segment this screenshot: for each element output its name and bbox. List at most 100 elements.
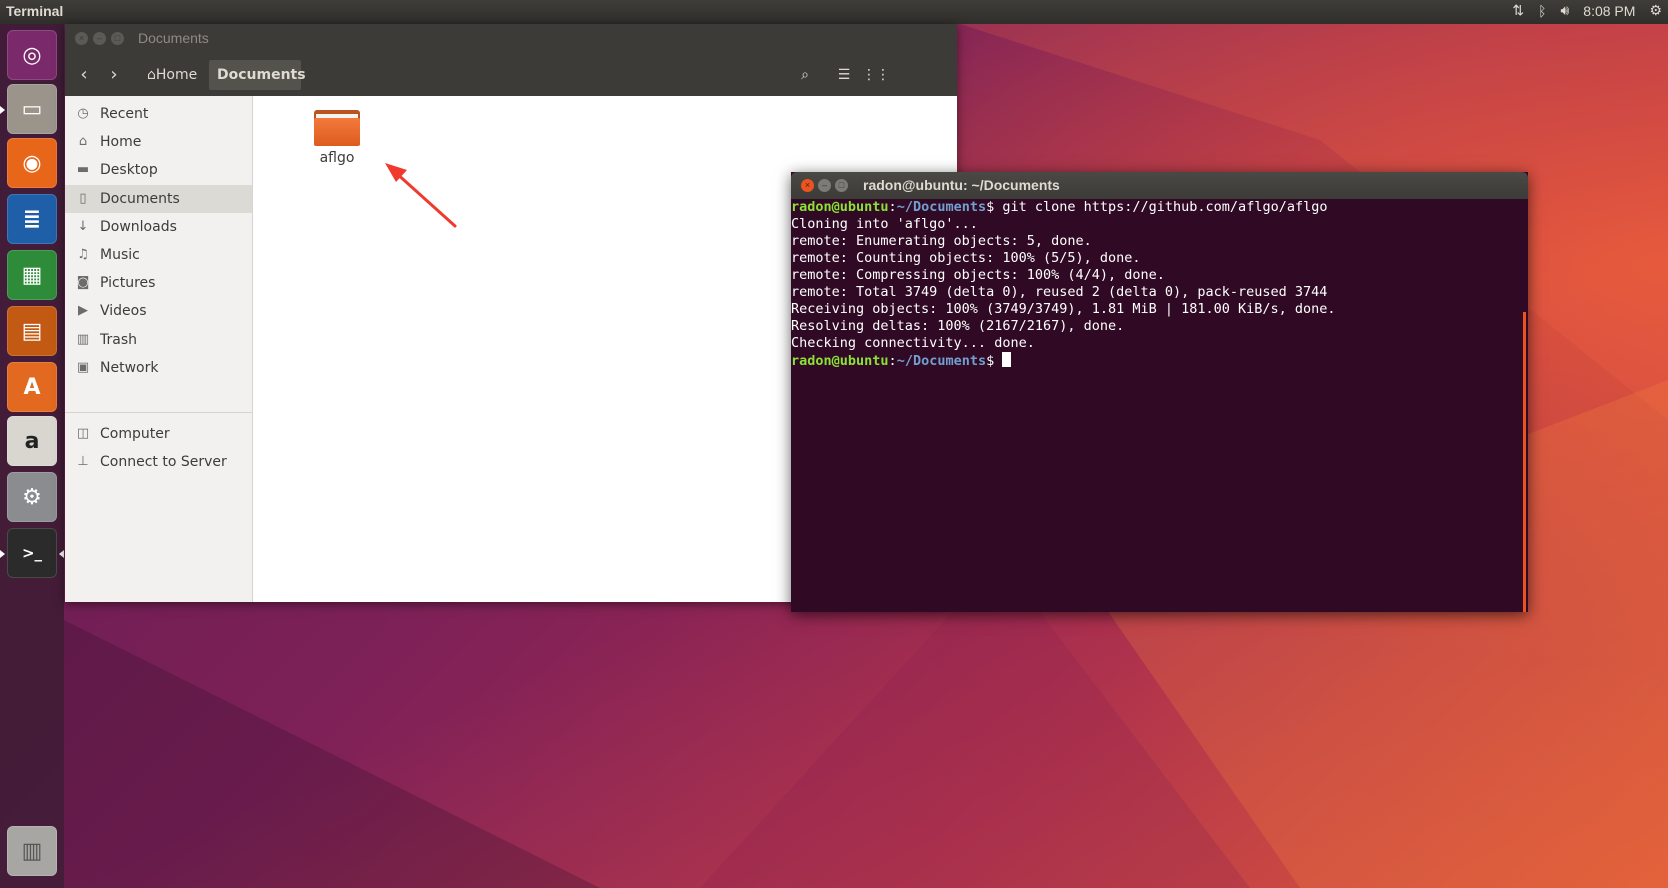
close-icon[interactable]: × bbox=[801, 179, 814, 192]
trash-bin-icon: ▥ bbox=[76, 331, 90, 347]
sidebar-item-home[interactable]: ⌂ Home bbox=[65, 128, 252, 156]
terminal-glyph: >_ bbox=[21, 544, 43, 562]
folder-label[interactable]: aflgo bbox=[302, 150, 372, 166]
sidebar-item-downloads[interactable]: ↓ Downloads bbox=[65, 213, 252, 241]
terminal-titlebar: × – □ radon@ubuntu: ~/Documents bbox=[791, 172, 1528, 199]
software-center-icon[interactable]: A bbox=[7, 362, 57, 412]
trash-icon[interactable]: ▥ bbox=[7, 826, 57, 876]
software-center-glyph: A bbox=[23, 374, 41, 400]
terminal-icon[interactable]: >_ bbox=[7, 528, 57, 578]
amazon-glyph: a bbox=[24, 428, 40, 454]
sidebar-item-recent[interactable]: ◷ Recent bbox=[65, 100, 252, 128]
clock-icon: ◷ bbox=[77, 106, 89, 121]
text-cursor bbox=[1002, 352, 1012, 367]
impress-icon[interactable]: ▤ bbox=[7, 306, 57, 356]
maximize-icon[interactable]: □ bbox=[835, 179, 848, 192]
sidebar-item-documents[interactable]: ▯ Documents bbox=[65, 184, 252, 213]
minimize-icon[interactable]: – bbox=[93, 32, 106, 45]
sidebar-divider bbox=[65, 412, 252, 413]
files-glyph: ▭ bbox=[21, 96, 43, 122]
desktop-folder-icon: ▬ bbox=[76, 162, 90, 178]
files-icon[interactable]: ▭ bbox=[7, 84, 57, 134]
home-icon: ⌂ bbox=[147, 67, 156, 83]
grid-view-button[interactable]: ⋮⋮ bbox=[861, 60, 891, 90]
prompt-path: ~/Documents bbox=[896, 353, 987, 369]
sidebar-item-network[interactable]: ▣ Network bbox=[65, 354, 252, 382]
firefox-icon[interactable]: ◉ bbox=[7, 138, 57, 188]
list-view-button[interactable]: ☰ bbox=[829, 60, 859, 90]
terminal-scrollbar[interactable] bbox=[1523, 312, 1526, 612]
power-gear-icon[interactable]: ⚙ bbox=[1649, 2, 1662, 19]
output-line: Cloning into 'aflgo'... bbox=[791, 216, 978, 232]
close-icon[interactable]: × bbox=[75, 32, 88, 45]
sidebar-item-music[interactable]: ♫ Music bbox=[65, 241, 252, 269]
back-button[interactable]: ‹ bbox=[70, 60, 98, 90]
server-icon: ⊥ bbox=[77, 454, 89, 470]
network-arrows-icon[interactable]: ⇅ bbox=[1512, 2, 1524, 19]
window-title: Documents bbox=[138, 30, 209, 46]
sidebar-item-connect-to-server[interactable]: ⊥ Connect to Server bbox=[65, 448, 252, 476]
computer-icon: ◫ bbox=[76, 426, 90, 441]
calc-icon[interactable]: ▦ bbox=[7, 250, 57, 300]
volume-icon[interactable]: 🔊︎ bbox=[1560, 2, 1569, 19]
output-line: Receiving objects: 100% (3749/3749), 1.8… bbox=[791, 301, 1336, 317]
sidebar-item-label: Network bbox=[100, 359, 159, 376]
output-line: remote: Total 3749 (delta 0), reused 2 (… bbox=[791, 284, 1328, 300]
output-line: remote: Enumerating objects: 5, done. bbox=[791, 233, 1092, 249]
home-icon: ⌂ bbox=[78, 134, 88, 150]
output-line: remote: Compressing objects: 100% (4/4),… bbox=[791, 267, 1165, 283]
breadcrumb-current[interactable]: Documents bbox=[209, 60, 306, 90]
calc-glyph: ▦ bbox=[21, 262, 43, 288]
running-indicator bbox=[0, 106, 5, 114]
bluetooth-icon[interactable]: ᛒ bbox=[1538, 3, 1546, 19]
maximize-icon[interactable]: □ bbox=[111, 32, 124, 45]
network-icon: ▣ bbox=[76, 359, 90, 375]
terminal-output[interactable]: radon@ubuntu:~/Documents$ git clone http… bbox=[791, 199, 1528, 612]
sidebar-item-trash[interactable]: ▥ Trash bbox=[65, 326, 252, 354]
ubuntu-dash-glyph: ◎ bbox=[22, 42, 42, 68]
forward-button[interactable]: › bbox=[100, 60, 128, 90]
document-icon: ▯ bbox=[79, 190, 87, 206]
sidebar-item-label: Computer bbox=[100, 426, 170, 442]
output-line: Checking connectivity... done. bbox=[791, 335, 1035, 351]
sidebar-item-videos[interactable]: ▶ Videos bbox=[65, 297, 252, 325]
active-app-title: Terminal bbox=[6, 3, 64, 19]
folder-icon[interactable] bbox=[314, 110, 360, 146]
system-settings-glyph: ⚙ bbox=[22, 484, 42, 510]
files-titlebar: × – □ Documents bbox=[65, 24, 957, 54]
sidebar-item-label: Home bbox=[100, 134, 142, 151]
focused-indicator bbox=[59, 550, 64, 558]
sidebar-item-label: Documents bbox=[100, 190, 180, 207]
writer-icon[interactable]: ≣ bbox=[7, 194, 57, 244]
breadcrumb-home[interactable]: ⌂Home bbox=[139, 60, 205, 90]
sidebar-item-desktop[interactable]: ▬ Desktop bbox=[65, 156, 252, 184]
amazon-icon[interactable]: a bbox=[7, 416, 57, 466]
sidebar-item-label: Music bbox=[100, 247, 140, 263]
running-indicator bbox=[0, 550, 5, 558]
minimize-icon[interactable]: – bbox=[818, 179, 831, 192]
sidebar-item-label: Desktop bbox=[100, 162, 158, 179]
chevron-left-icon: ‹ bbox=[80, 64, 88, 85]
prompt-user: radon@ubuntu bbox=[791, 353, 889, 369]
ubuntu-dash-icon[interactable]: ◎ bbox=[7, 30, 57, 80]
video-icon: ▶ bbox=[78, 303, 88, 319]
sidebar-item-pictures[interactable]: ◙ Pictures bbox=[65, 269, 252, 297]
clock[interactable]: 8:08 PM bbox=[1583, 3, 1635, 19]
system-settings-icon[interactable]: ⚙ bbox=[7, 472, 57, 522]
command-text: git clone https://github.com/aflgo/aflgo bbox=[1002, 199, 1328, 215]
list-view-icon: ☰ bbox=[837, 67, 851, 83]
writer-glyph: ≣ bbox=[22, 206, 42, 232]
sidebar-item-label: Connect to Server bbox=[100, 454, 227, 471]
prompt-line: radon@ubuntu:~/Documents$ git clone http… bbox=[791, 199, 1328, 215]
search-button[interactable]: ⌕ bbox=[790, 60, 820, 90]
top-panel: Terminal ⇅ ᛒ 🔊︎ 8:08 PM ⚙ bbox=[0, 0, 1668, 24]
sidebar-item-computer[interactable]: ◫ Computer bbox=[65, 420, 252, 448]
impress-glyph: ▤ bbox=[21, 318, 43, 344]
trash-glyph: ▥ bbox=[21, 838, 43, 864]
system-tray: ⇅ ᛒ 🔊︎ 8:08 PM ⚙ bbox=[1512, 2, 1662, 19]
prompt-path: ~/Documents bbox=[896, 199, 987, 215]
sidebar-item-label: Pictures bbox=[100, 275, 156, 292]
sidebar-item-label: Downloads bbox=[100, 218, 177, 235]
sidebar-item-label: Videos bbox=[100, 303, 147, 320]
launcher: ◎ ▭ ◉ ≣ ▦ ▤ Aa ⚙ >_ ▥ bbox=[0, 24, 64, 888]
